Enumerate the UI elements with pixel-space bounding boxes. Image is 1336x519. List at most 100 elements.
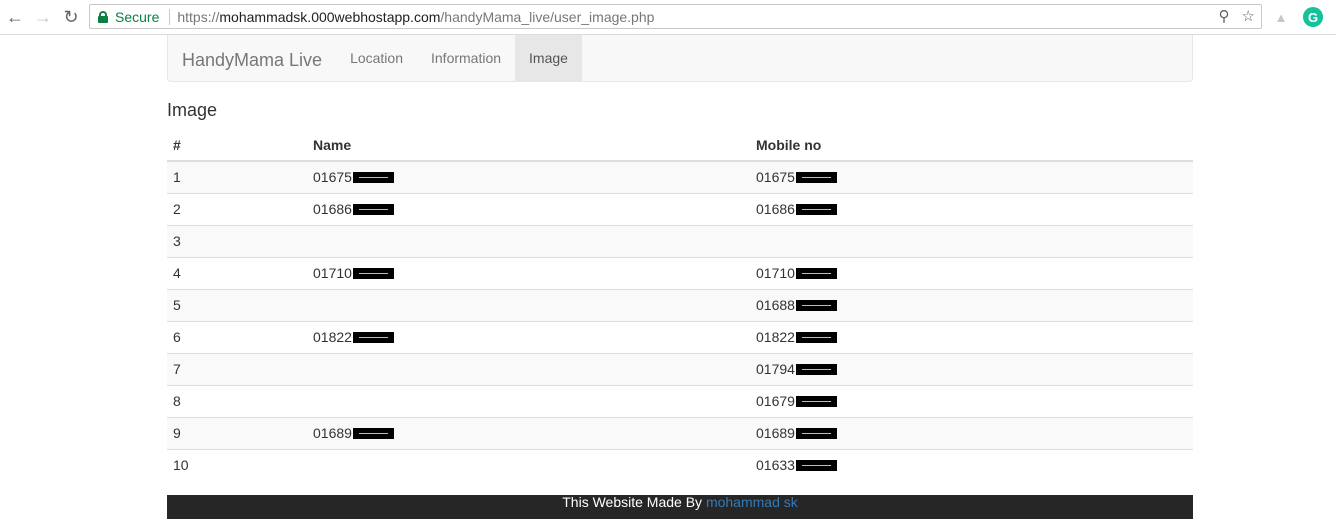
- cell-number-text: 3: [173, 233, 181, 249]
- cell-name: 01675: [307, 160, 750, 193]
- cell-number: 10: [167, 448, 307, 481]
- cell-mobile: 01688: [750, 288, 1193, 321]
- nav-link-location[interactable]: Location: [336, 35, 417, 81]
- cell-number: 9: [167, 416, 307, 449]
- cell-number: 1: [167, 160, 307, 193]
- cell-number-text: 4: [173, 265, 181, 281]
- url-scheme: https://: [177, 8, 220, 25]
- cell-name-text: 01686: [313, 201, 352, 217]
- cell-mobile-text: 01688: [756, 297, 795, 313]
- cell-name: [307, 448, 750, 481]
- navbar-brand[interactable]: HandyMama Live: [168, 35, 336, 81]
- header-name: Name: [307, 129, 750, 162]
- reload-icon[interactable]: ↻: [60, 6, 82, 28]
- cell-name-text: 01689: [313, 425, 352, 441]
- table-header-row: # Name Mobile no: [167, 129, 1193, 162]
- header-number: #: [167, 129, 307, 162]
- redaction-mark: [795, 332, 837, 343]
- cell-mobile-text: 01675: [756, 169, 795, 186]
- cell-mobile: 01686: [750, 192, 1193, 225]
- cell-name: 01710: [307, 256, 750, 289]
- table-row: 8 01679: [167, 384, 1193, 417]
- cell-number: 2: [167, 192, 307, 225]
- table-row: 5 01688: [167, 288, 1193, 321]
- cell-name-text: 01675: [313, 169, 352, 186]
- page-title: Image: [167, 100, 218, 120]
- redaction-mark: [795, 396, 837, 407]
- url-path: /handyMama_live/user_image.php: [440, 8, 655, 25]
- redaction-mark: [795, 364, 837, 375]
- navbar: HandyMama Live Location Information Imag…: [167, 35, 1193, 82]
- cell-number: 3: [167, 224, 307, 257]
- redaction-mark: [795, 300, 837, 311]
- cell-mobile-text: 01633: [756, 457, 795, 474]
- cell-name-text: 01822: [313, 329, 352, 345]
- table-row: 4 01710 01710: [167, 256, 1193, 289]
- cell-number-text: 2: [173, 201, 181, 217]
- cell-mobile: 01679: [750, 384, 1193, 417]
- header-mobile: Mobile no: [750, 129, 1193, 162]
- redaction-mark: [352, 268, 394, 279]
- table-row: 6 01822 01822: [167, 320, 1193, 353]
- cell-name: [307, 384, 750, 417]
- redaction-mark: [795, 172, 837, 184]
- drive-extension-icon[interactable]: ▲: [1271, 7, 1291, 27]
- address-bar[interactable]: Secure https://mohammadsk.000webhostapp.…: [89, 4, 1262, 29]
- redaction-mark: [352, 428, 394, 439]
- cell-mobile-text: 01686: [756, 201, 795, 217]
- cell-mobile: 01794: [750, 352, 1193, 385]
- cell-mobile-text: 01679: [756, 393, 795, 409]
- table-row: 3: [167, 224, 1193, 257]
- cell-name: [307, 352, 750, 385]
- redaction-mark: [795, 460, 837, 472]
- grammarly-extension-icon[interactable]: G: [1303, 7, 1323, 27]
- users-table: # Name Mobile no 1 01675 01675 2 01686 01686 3…: [167, 129, 1193, 481]
- redaction-mark: [352, 204, 394, 215]
- cell-number-text: 1: [173, 169, 181, 186]
- cell-number: 7: [167, 352, 307, 385]
- cell-number: 8: [167, 384, 307, 417]
- cell-number: 6: [167, 320, 307, 353]
- table-body: 1 01675 01675 2 01686 01686 3 4 01710 01710 5 01688…: [167, 160, 1193, 481]
- cell-mobile: [750, 224, 1193, 257]
- cell-mobile: 01689: [750, 416, 1193, 449]
- cell-number-text: 6: [173, 329, 181, 345]
- table-row: 10 01633: [167, 448, 1193, 481]
- browser-toolbar: ← → ↻ Secure https://mohammadsk.000webho…: [0, 0, 1336, 35]
- zoom-icon[interactable]: ⚲: [1219, 7, 1230, 25]
- cell-mobile-text: 01689: [756, 425, 795, 441]
- redaction-mark: [795, 428, 837, 439]
- cell-name: 01689: [307, 416, 750, 449]
- footer-text: This Website Made By: [562, 494, 706, 510]
- cell-mobile: 01710: [750, 256, 1193, 289]
- cell-mobile: 01675: [750, 160, 1193, 193]
- url-host: mohammadsk.000webhostapp.com: [219, 8, 441, 25]
- lock-icon: [98, 10, 108, 23]
- divider: [169, 8, 171, 25]
- cell-mobile: 01633: [750, 448, 1193, 481]
- cell-name: 01822: [307, 320, 750, 353]
- nav-link-information[interactable]: Information: [417, 35, 515, 81]
- bookmark-star-icon[interactable]: ☆: [1242, 7, 1255, 25]
- cell-number: 5: [167, 288, 307, 321]
- cell-name: [307, 288, 750, 321]
- forward-arrow-icon[interactable]: →: [32, 6, 54, 28]
- cell-number: 4: [167, 256, 307, 289]
- table-row: 7 01794: [167, 352, 1193, 385]
- cell-number-text: 10: [173, 457, 189, 474]
- cell-name: [307, 224, 750, 257]
- back-arrow-icon[interactable]: ←: [4, 6, 26, 28]
- cell-number-text: 5: [173, 297, 181, 313]
- nav-link-image[interactable]: Image: [515, 35, 582, 81]
- redaction-mark: [795, 268, 837, 279]
- cell-mobile-text: 01822: [756, 329, 795, 345]
- cell-mobile: 01822: [750, 320, 1193, 353]
- cell-mobile-text: 01794: [756, 361, 795, 377]
- table-row: 1 01675 01675: [167, 160, 1193, 193]
- footer-author-link[interactable]: mohammad sk: [706, 494, 798, 510]
- cell-number-text: 7: [173, 361, 181, 377]
- cell-mobile-text: 01710: [756, 265, 795, 281]
- cell-name: 01686: [307, 192, 750, 225]
- redaction-mark: [352, 172, 394, 184]
- cell-number-text: 9: [173, 425, 181, 441]
